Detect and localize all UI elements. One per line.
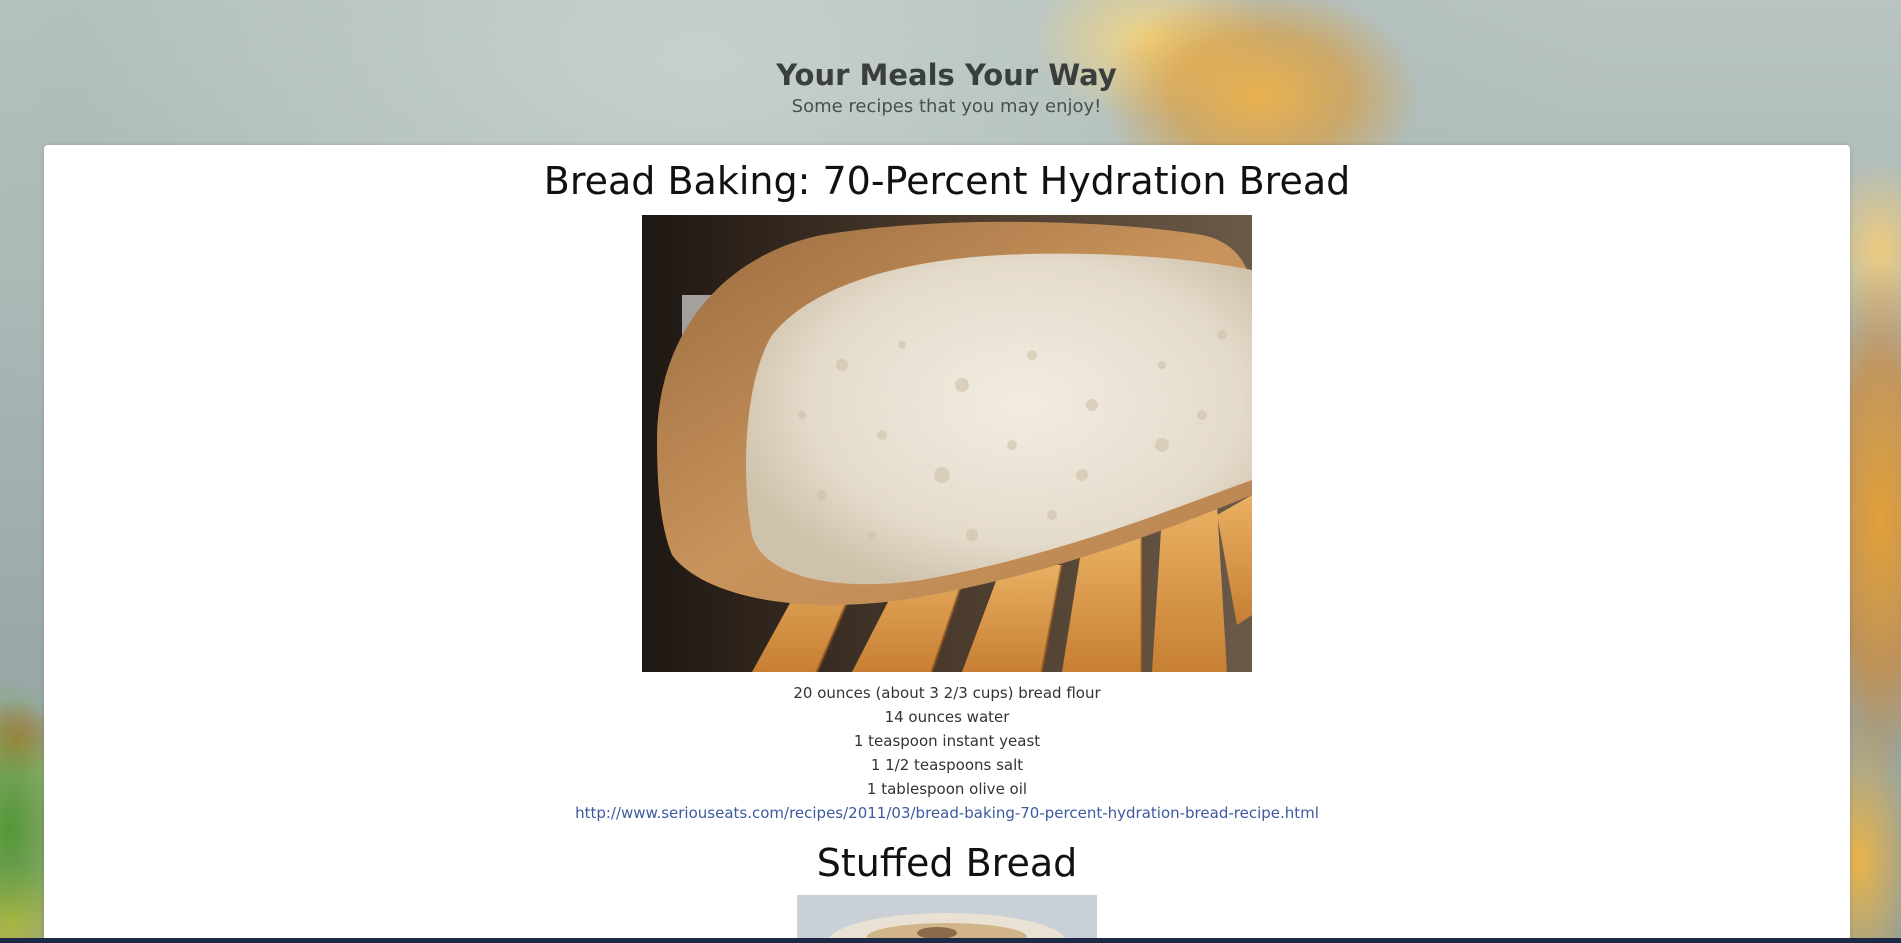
ingredient-item: 1 tablespoon olive oil	[866, 779, 1028, 798]
recipe-title: Stuffed Bread	[816, 840, 1078, 885]
ingredient-item: 20 ounces (about 3 2/3 cups) bread flour	[793, 683, 1101, 702]
recipe-title: Bread Baking: 70-Percent Hydration Bread	[543, 159, 1351, 203]
ingredient-item: 1 teaspoon instant yeast	[853, 731, 1041, 750]
site-subtitle: Some recipes that you may enjoy!	[791, 95, 1102, 117]
ingredient-item: 1 1/2 teaspoons salt	[870, 755, 1024, 774]
recipe-item: Stuffed Bread	[44, 825, 1850, 943]
page-header: Your Meals Your Way Some recipes that yo…	[0, 58, 1893, 117]
recipe-image	[797, 895, 1097, 943]
recipe-source-link[interactable]: http://www.seriouseats.com/recipes/2011/…	[575, 801, 1319, 825]
taskbar-strip	[0, 938, 1901, 943]
recipes-card: Bread Baking: 70-Percent Hydration Bread	[44, 145, 1850, 943]
recipe-item: Bread Baking: 70-Percent Hydration Bread	[44, 145, 1850, 825]
recipe-image	[642, 214, 1252, 672]
site-title: Your Meals Your Way	[776, 58, 1117, 92]
ingredient-item: 14 ounces water	[884, 707, 1010, 726]
ingredients-list: 20 ounces (about 3 2/3 cups) bread flour…	[44, 681, 1850, 801]
